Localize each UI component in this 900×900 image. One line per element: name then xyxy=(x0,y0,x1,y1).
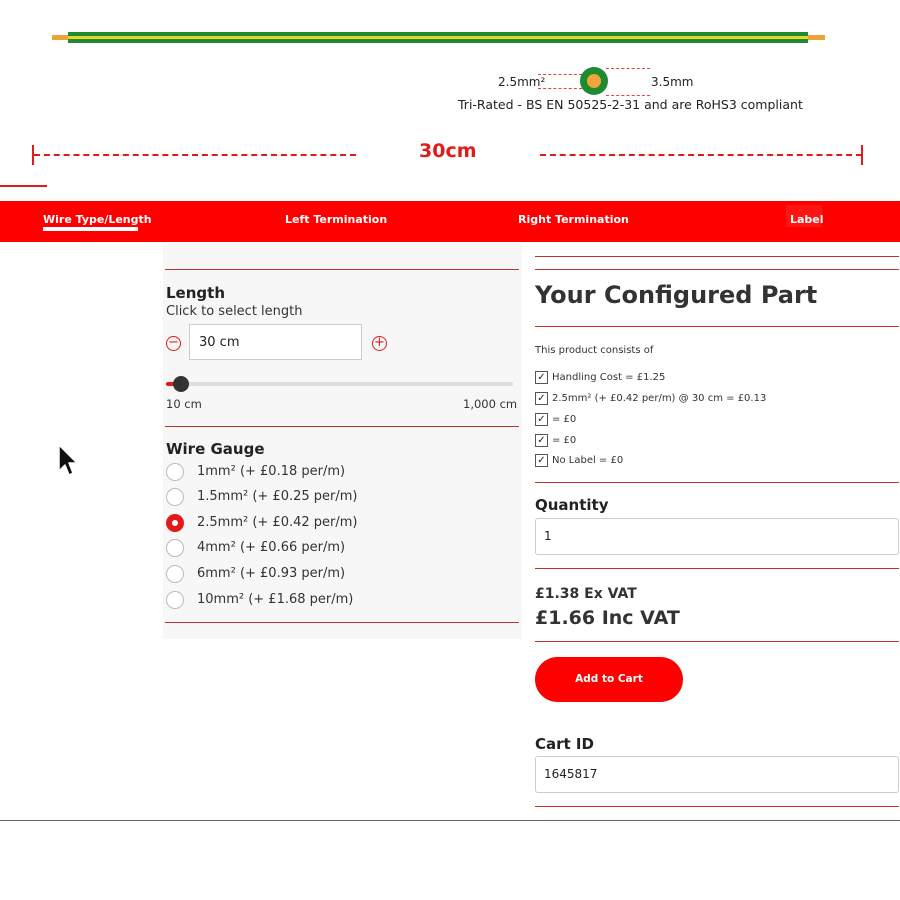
gauge-radio-4mm[interactable] xyxy=(166,539,184,557)
xs-guide-line xyxy=(538,74,582,75)
section-divider xyxy=(535,326,899,327)
diameter-label: 3.5mm xyxy=(651,75,694,89)
plus-circle-icon[interactable]: + xyxy=(372,336,387,351)
xs-guide-line xyxy=(606,68,650,69)
tab-right-termination[interactable]: Right Termination xyxy=(518,213,629,226)
length-slider-track[interactable] xyxy=(166,382,513,386)
wire-conductor-left xyxy=(52,35,68,40)
checkbox-icon: ✓ xyxy=(535,413,548,426)
divider-accent xyxy=(0,185,47,187)
gauge-radio-2-5mm[interactable] xyxy=(166,514,184,532)
gauge-option-label: 1mm² (+ £0.18 per/m) xyxy=(197,464,346,479)
length-heading: Length xyxy=(166,284,225,302)
checkbox-icon: ✓ xyxy=(535,454,548,467)
gauge-option-label: 6mm² (+ £0.93 per/m) xyxy=(197,566,346,581)
price-inc-vat: £1.66 Inc VAT xyxy=(535,607,680,629)
compliance-text: Tri-Rated - BS EN 50525-2-31 and are RoH… xyxy=(458,97,803,112)
cross-section-conductor xyxy=(587,74,601,88)
section-divider xyxy=(535,806,899,807)
tab-label[interactable]: Label xyxy=(790,213,824,226)
length-hint: Click to select length xyxy=(166,304,303,319)
tab-wire-type-length[interactable]: Wire Type/Length xyxy=(43,213,152,226)
wire-stripe xyxy=(68,36,808,39)
checkbox-icon: ✓ xyxy=(535,434,548,447)
consists-of-label: This product consists of xyxy=(535,345,654,356)
quantity-label: Quantity xyxy=(535,496,609,514)
wire-gauge-heading: Wire Gauge xyxy=(166,440,265,458)
gauge-label: 2.5mm² xyxy=(498,75,546,89)
length-input[interactable]: 30 cm xyxy=(189,324,362,360)
minus-circle-icon[interactable]: − xyxy=(166,336,181,351)
slider-max-label: 1,000 cm xyxy=(463,397,518,411)
xs-guide-line xyxy=(606,95,650,96)
add-to-cart-button[interactable]: Add to Cart xyxy=(535,657,683,702)
cart-id-field[interactable]: 1645817 xyxy=(535,756,899,793)
section-divider xyxy=(535,641,899,642)
gauge-radio-6mm[interactable] xyxy=(166,565,184,583)
part-item: No Label = £0 xyxy=(552,455,624,466)
slider-min-label: 10 cm xyxy=(166,397,202,411)
length-slider-thumb[interactable] xyxy=(173,376,189,392)
dimension-line-left xyxy=(34,154,356,156)
gauge-option-label: 1.5mm² (+ £0.25 per/m) xyxy=(197,489,358,504)
section-divider xyxy=(535,256,899,257)
cart-id-label: Cart ID xyxy=(535,735,594,753)
checkbox-icon: ✓ xyxy=(535,392,548,405)
part-item: = £0 xyxy=(552,414,577,425)
configured-part-title: Your Configured Part xyxy=(535,281,818,309)
length-dimension-label: 30cm xyxy=(419,140,477,162)
gauge-radio-1-5mm[interactable] xyxy=(166,488,184,506)
gauge-radio-10mm[interactable] xyxy=(166,591,184,609)
checkbox-icon: ✓ xyxy=(535,371,548,384)
part-item: = £0 xyxy=(552,435,577,446)
section-divider xyxy=(165,622,519,623)
quantity-input[interactable]: 1 xyxy=(535,518,899,555)
section-divider xyxy=(165,426,519,427)
tab-left-termination[interactable]: Left Termination xyxy=(285,213,387,226)
part-item: Handling Cost = £1.25 xyxy=(552,372,666,383)
section-divider xyxy=(165,269,519,270)
part-item: 2.5mm² (+ £0.42 per/m) @ 30 cm = £0.13 xyxy=(552,393,767,404)
wire-conductor-right xyxy=(808,35,825,40)
footer-divider xyxy=(0,820,900,821)
gauge-option-label: 4mm² (+ £0.66 per/m) xyxy=(197,540,346,555)
dimension-tick-right xyxy=(861,145,863,165)
gauge-option-label: 10mm² (+ £1.68 per/m) xyxy=(197,592,354,607)
gauge-option-label: 2.5mm² (+ £0.42 per/m) xyxy=(197,515,358,530)
active-tab-indicator xyxy=(43,227,138,231)
config-tab-bar: Wire Type/Length Left Termination Right … xyxy=(0,201,900,242)
xs-guide-line xyxy=(538,88,582,89)
section-divider xyxy=(535,269,899,270)
gauge-radio-1mm[interactable] xyxy=(166,463,184,481)
section-divider xyxy=(535,482,899,483)
mouse-cursor-icon xyxy=(58,444,78,476)
dimension-line-right xyxy=(540,154,862,156)
price-ex-vat: £1.38 Ex VAT xyxy=(535,586,637,602)
section-divider xyxy=(535,568,899,569)
